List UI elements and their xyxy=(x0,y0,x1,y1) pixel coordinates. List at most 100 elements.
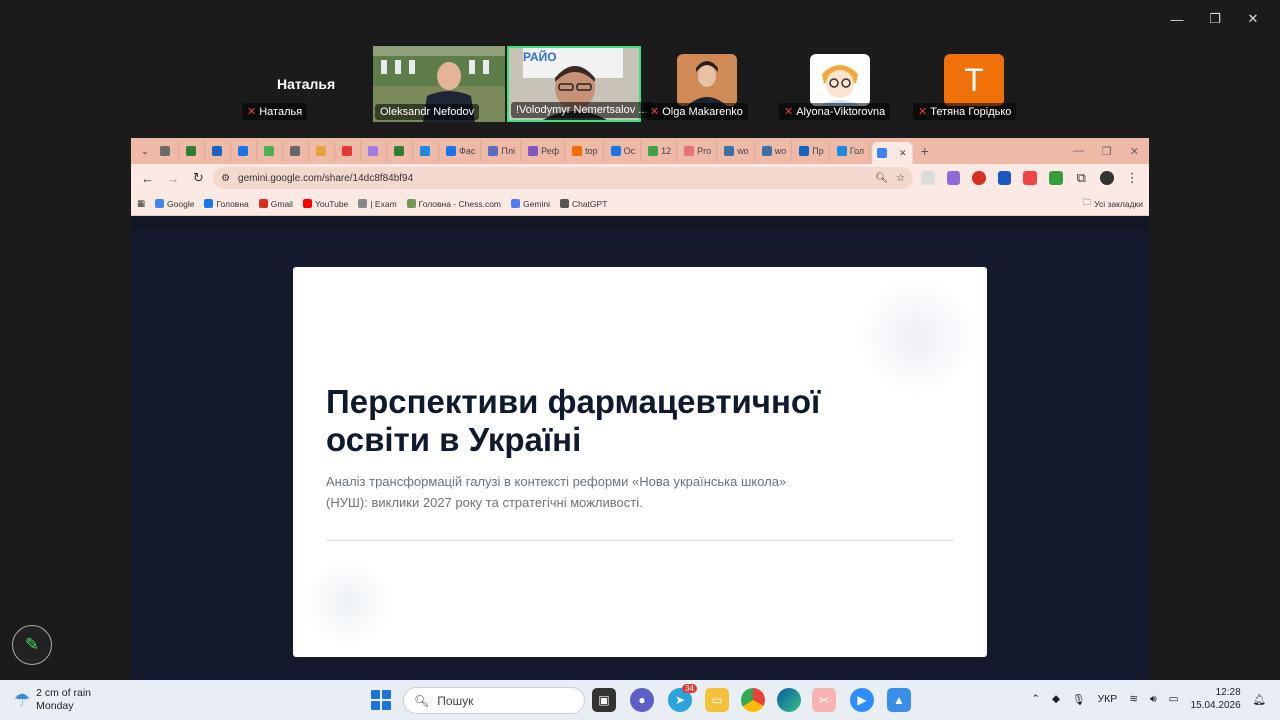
clock-date: 15.04.2026 xyxy=(1190,700,1241,711)
photos-icon[interactable]: ▲ xyxy=(887,688,911,712)
browser-tab[interactable]: Pro xyxy=(679,141,718,161)
chrome-icon[interactable] xyxy=(741,688,765,712)
participant-label-text: Наталья xyxy=(259,105,303,118)
notifications-bell-icon[interactable]: 🔔︎ xyxy=(1253,693,1266,706)
reload-button[interactable]: ↻ xyxy=(188,167,209,189)
close-window-button[interactable]: ✕ xyxy=(1234,8,1272,30)
wifi-icon[interactable]: ≋ xyxy=(1129,693,1138,705)
browser-tab[interactable] xyxy=(259,141,283,161)
browser-tab[interactable] xyxy=(311,141,335,161)
participant-tile[interactable]: T ✕ Тетяна Горідько xyxy=(911,46,1043,122)
browser-tab[interactable]: Плі xyxy=(483,141,522,161)
site-info-icon[interactable]: ⚙ xyxy=(221,173,230,184)
all-bookmarks-button[interactable]: 🗀 Усі закладки xyxy=(1083,197,1143,211)
file-explorer-icon[interactable]: ▭ xyxy=(705,688,729,712)
bookmark-label: Головна - Chess.com xyxy=(418,198,502,209)
edge-icon[interactable] xyxy=(777,688,801,712)
browser-minimize-button[interactable]: — xyxy=(1073,145,1084,158)
extensions-puzzle-icon[interactable]: ⧉ xyxy=(1071,167,1092,189)
volume-icon[interactable]: 🔊︎ xyxy=(1150,693,1157,706)
browser-restore-button[interactable]: ❐ xyxy=(1102,145,1112,158)
mic-off-icon: ✕ xyxy=(918,106,928,118)
language-indicator[interactable]: УКР xyxy=(1097,693,1117,705)
snipping-tool-icon[interactable]: ✂ xyxy=(812,688,836,712)
browser-tab[interactable]: Гол xyxy=(832,141,871,161)
tab-favicon-icon xyxy=(264,146,274,156)
teams-chat-icon[interactable]: ● xyxy=(630,688,654,712)
mic-off-icon: ✕ xyxy=(247,106,257,118)
browser-tab[interactable]: ✕ xyxy=(872,142,913,164)
annotate-pen-button[interactable]: ✎ xyxy=(12,625,52,665)
participant-tile-active[interactable]: РАЙО !Volodymyr Nemertsalov ... xyxy=(507,46,653,122)
menu-kebab-icon[interactable]: ⋮ xyxy=(1122,167,1143,189)
close-tab-icon[interactable]: ✕ xyxy=(899,148,907,159)
browser-tab[interactable] xyxy=(363,141,387,161)
start-windows-icon[interactable] xyxy=(371,690,391,710)
browser-tab[interactable]: Фас xyxy=(441,141,482,161)
bookmark-favicon-icon xyxy=(302,199,312,208)
browser-tab[interactable] xyxy=(155,141,179,161)
taskbar-search[interactable]: 🔍︎ Пошук xyxy=(403,687,585,714)
browser-tab[interactable]: wo xyxy=(757,141,793,161)
restore-button[interactable]: ❐ xyxy=(1196,8,1234,30)
bookmark-item[interactable]: | Exam xyxy=(358,199,397,209)
task-view-icon[interactable]: ▣ xyxy=(592,688,616,712)
tab-label: top xyxy=(585,146,598,156)
extension-icon[interactable] xyxy=(946,171,961,185)
minimize-button[interactable]: — xyxy=(1158,8,1196,30)
tab-label: wo xyxy=(737,146,749,156)
bookmark-item[interactable]: YouTube xyxy=(302,199,348,209)
participant-tile[interactable]: ✕ Alyona-Viktorovna xyxy=(777,46,909,122)
extension-icon[interactable] xyxy=(997,171,1012,185)
microphone-icon[interactable]: 🎙︎ xyxy=(1072,693,1085,706)
tab-search-button[interactable]: ⌄ xyxy=(137,140,153,162)
adblock-icon[interactable] xyxy=(972,171,986,185)
address-bar[interactable]: ⚙ gemini.google.com/share/14dc8f84bf94 🔍… xyxy=(213,167,914,189)
participant-tile[interactable]: Наталья ✕ Наталья xyxy=(240,46,372,122)
participant-tile[interactable]: ✕ Olga Makarenko xyxy=(643,46,775,122)
browser-tab[interactable]: wo xyxy=(719,141,755,161)
extension-icon[interactable] xyxy=(1049,171,1063,185)
bookmark-item[interactable]: Головна xyxy=(204,199,249,209)
browser-tab[interactable] xyxy=(415,141,439,161)
browser-tab[interactable]: Реф xyxy=(523,141,566,161)
browser-tab[interactable]: Пр xyxy=(794,141,830,161)
participant-tile[interactable]: Oleksandr Nefodov xyxy=(373,46,505,122)
extension-icon[interactable] xyxy=(1023,171,1038,185)
weather-widget[interactable]: ☂ 2 cm of rain Monday xyxy=(14,687,91,713)
browser-tab[interactable] xyxy=(181,141,205,161)
app-tray-icon[interactable]: ◆ xyxy=(1052,693,1060,705)
browser-tab[interactable]: top xyxy=(567,141,604,161)
bookmark-item[interactable]: ChatGPT xyxy=(559,199,607,209)
battery-icon[interactable]: ▭ xyxy=(1169,693,1179,705)
browser-close-button[interactable]: ✕ xyxy=(1130,145,1139,158)
browser-tab[interactable] xyxy=(207,141,231,161)
tab-favicon-icon xyxy=(238,146,248,156)
apps-grid-icon[interactable]: ▦ xyxy=(137,198,145,209)
browser-tab[interactable]: 12 xyxy=(643,141,678,161)
extension-icon[interactable] xyxy=(921,171,935,185)
search-placeholder: Пошук xyxy=(437,693,474,708)
zoom-icon[interactable]: 🔍︎ xyxy=(875,173,888,184)
zoom-app-icon[interactable]: ▶ xyxy=(850,688,874,712)
browser-tab[interactable] xyxy=(337,141,361,161)
back-button[interactable]: ← xyxy=(137,167,158,189)
bookmark-item[interactable]: Gemini xyxy=(511,199,550,209)
browser-tab[interactable] xyxy=(389,141,413,161)
browser-tab[interactable] xyxy=(233,141,257,161)
bookmark-star-icon[interactable]: ☆ xyxy=(896,173,905,184)
chevron-up-icon[interactable]: ⌃ xyxy=(1031,693,1040,705)
letter-avatar: T xyxy=(944,54,1004,106)
clock[interactable]: 12:28 15.04.2026 xyxy=(1191,686,1241,712)
browser-tab[interactable] xyxy=(285,141,309,161)
forward-button[interactable]: → xyxy=(162,167,183,189)
bookmark-item[interactable]: Google xyxy=(155,199,194,209)
bookmark-item[interactable]: Gmail xyxy=(258,199,293,209)
profile-avatar[interactable] xyxy=(1100,171,1114,185)
slide-subtitle: Аналіз трансформацій галузі в контексті … xyxy=(326,474,787,510)
bookmark-item[interactable]: Головна - Chess.com xyxy=(406,198,502,209)
tab-label: wo xyxy=(774,146,787,156)
tab-favicon-icon xyxy=(799,146,810,156)
browser-tab[interactable]: Ос xyxy=(606,141,642,161)
new-tab-button[interactable]: + xyxy=(915,143,935,159)
